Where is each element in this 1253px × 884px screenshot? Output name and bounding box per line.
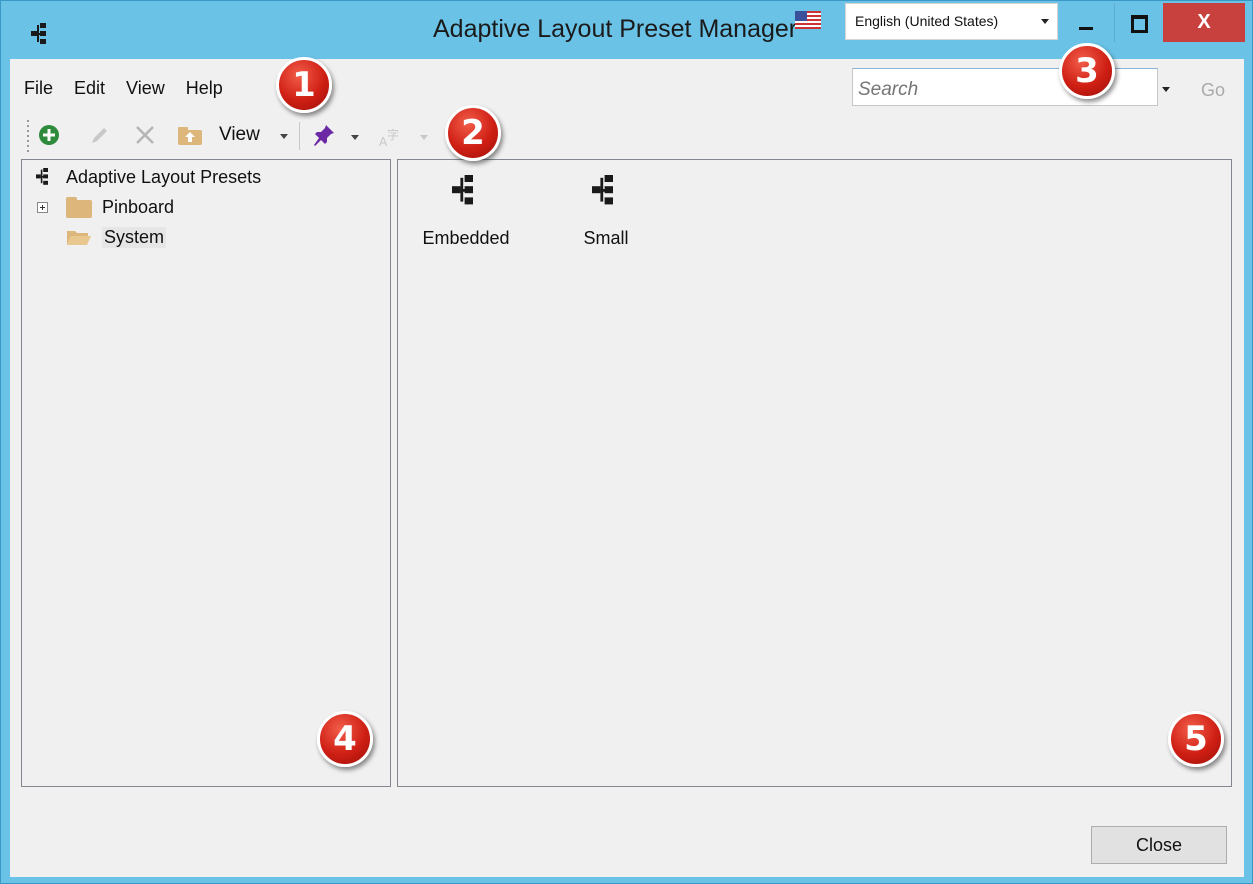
- edit-icon[interactable]: [89, 124, 111, 146]
- tree-root-label[interactable]: Adaptive Layout Presets: [66, 167, 261, 188]
- font-chevron-down-icon[interactable]: [420, 135, 428, 140]
- language-dropdown[interactable]: English (United States): [845, 3, 1058, 40]
- pin-icon[interactable]: [312, 123, 336, 147]
- chevron-down-icon: [1041, 19, 1049, 24]
- tree-item-pinboard[interactable]: Pinboard: [102, 197, 174, 218]
- callout-badge-1: 1: [276, 57, 332, 113]
- add-icon[interactable]: [38, 124, 60, 146]
- maximize-button[interactable]: [1114, 3, 1160, 42]
- search-chevron-down-icon[interactable]: [1162, 87, 1170, 92]
- list-item-label: Embedded: [422, 228, 510, 248]
- preset-list-pane[interactable]: Embedded Small 5: [397, 159, 1232, 787]
- preset-tree-icon: [452, 175, 473, 205]
- font-icon[interactable]: A 字: [378, 126, 404, 148]
- view-chevron-down-icon[interactable]: [280, 134, 288, 139]
- menu-file[interactable]: File: [24, 78, 53, 98]
- folder-open-icon: [67, 231, 91, 245]
- expand-icon[interactable]: [37, 202, 48, 213]
- language-label: English (United States): [855, 13, 999, 29]
- view-dropdown-button[interactable]: View: [219, 124, 260, 146]
- callout-badge-4: 4: [317, 711, 373, 767]
- menu-help[interactable]: Help: [186, 78, 223, 98]
- maximize-icon: [1131, 15, 1148, 33]
- list-item-label: Small: [583, 228, 629, 248]
- callout-badge-3: 3: [1059, 43, 1115, 99]
- callout-badge-2: 2: [445, 105, 501, 161]
- menu-bar: File Edit View Help: [24, 78, 244, 99]
- menu-view[interactable]: View: [126, 78, 165, 98]
- list-item-embedded[interactable]: Embedded: [416, 170, 516, 249]
- list-item-small[interactable]: Small: [561, 170, 651, 249]
- tree-item-system[interactable]: System: [102, 227, 167, 248]
- menu-edit[interactable]: Edit: [74, 78, 105, 98]
- preset-tree-icon: [36, 168, 48, 185]
- callout-badge-5: 5: [1168, 711, 1224, 767]
- us-flag-icon[interactable]: [795, 11, 821, 29]
- folder-up-icon[interactable]: [177, 126, 203, 146]
- preset-tree-pane[interactable]: Adaptive Layout Presets Pinboard System …: [21, 159, 391, 787]
- minimize-icon: [1079, 27, 1093, 30]
- folder-icon: [66, 197, 92, 218]
- pin-chevron-down-icon[interactable]: [351, 135, 359, 140]
- toolbar-separator: [299, 122, 300, 150]
- close-window-button[interactable]: X: [1163, 3, 1245, 42]
- go-button[interactable]: Go: [1201, 80, 1225, 101]
- svg-text:字: 字: [387, 127, 399, 142]
- preset-tree-icon: [31, 23, 46, 44]
- window-title: Adaptive Layout Preset Manager: [433, 15, 798, 43]
- minimize-button[interactable]: [1064, 3, 1108, 42]
- preset-tree-icon: [592, 175, 613, 205]
- close-button[interactable]: Close: [1091, 826, 1227, 864]
- delete-icon[interactable]: [134, 124, 156, 146]
- toolbar-grip[interactable]: [27, 120, 29, 152]
- title-bar: Adaptive Layout Preset Manager English (…: [1, 1, 1252, 57]
